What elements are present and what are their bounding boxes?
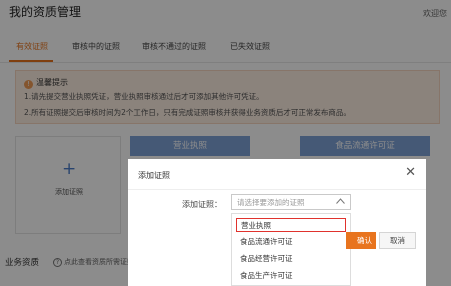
certificate-options-list: 营业执照 食品流通许可证 食品经营许可证 食品生产许可证 xyxy=(231,213,351,286)
option-food-circulation-license[interactable]: 食品流通许可证 xyxy=(236,235,346,249)
add-certificate-dialog: 添加证照 ✕ 添加证照： 请选择要添加的证照 营业执照 食品流通许可证 食品经营… xyxy=(128,159,426,286)
option-food-production-license[interactable]: 食品生产许可证 xyxy=(236,269,346,283)
chevron-up-icon xyxy=(336,198,345,204)
certificate-field-label: 添加证照： xyxy=(182,200,222,209)
certificate-select[interactable]: 请选择要添加的证照 xyxy=(231,194,351,210)
select-placeholder: 请选择要添加的证照 xyxy=(237,198,305,207)
option-food-business-license[interactable]: 食品经营许可证 xyxy=(236,252,346,266)
dialog-title: 添加证照 xyxy=(138,171,170,180)
dialog-divider xyxy=(128,189,426,190)
confirm-button[interactable]: 确认 xyxy=(346,232,376,249)
close-icon[interactable]: ✕ xyxy=(405,166,416,179)
option-business-license[interactable]: 营业执照 xyxy=(236,218,346,232)
cancel-button[interactable]: 取消 xyxy=(379,232,416,249)
